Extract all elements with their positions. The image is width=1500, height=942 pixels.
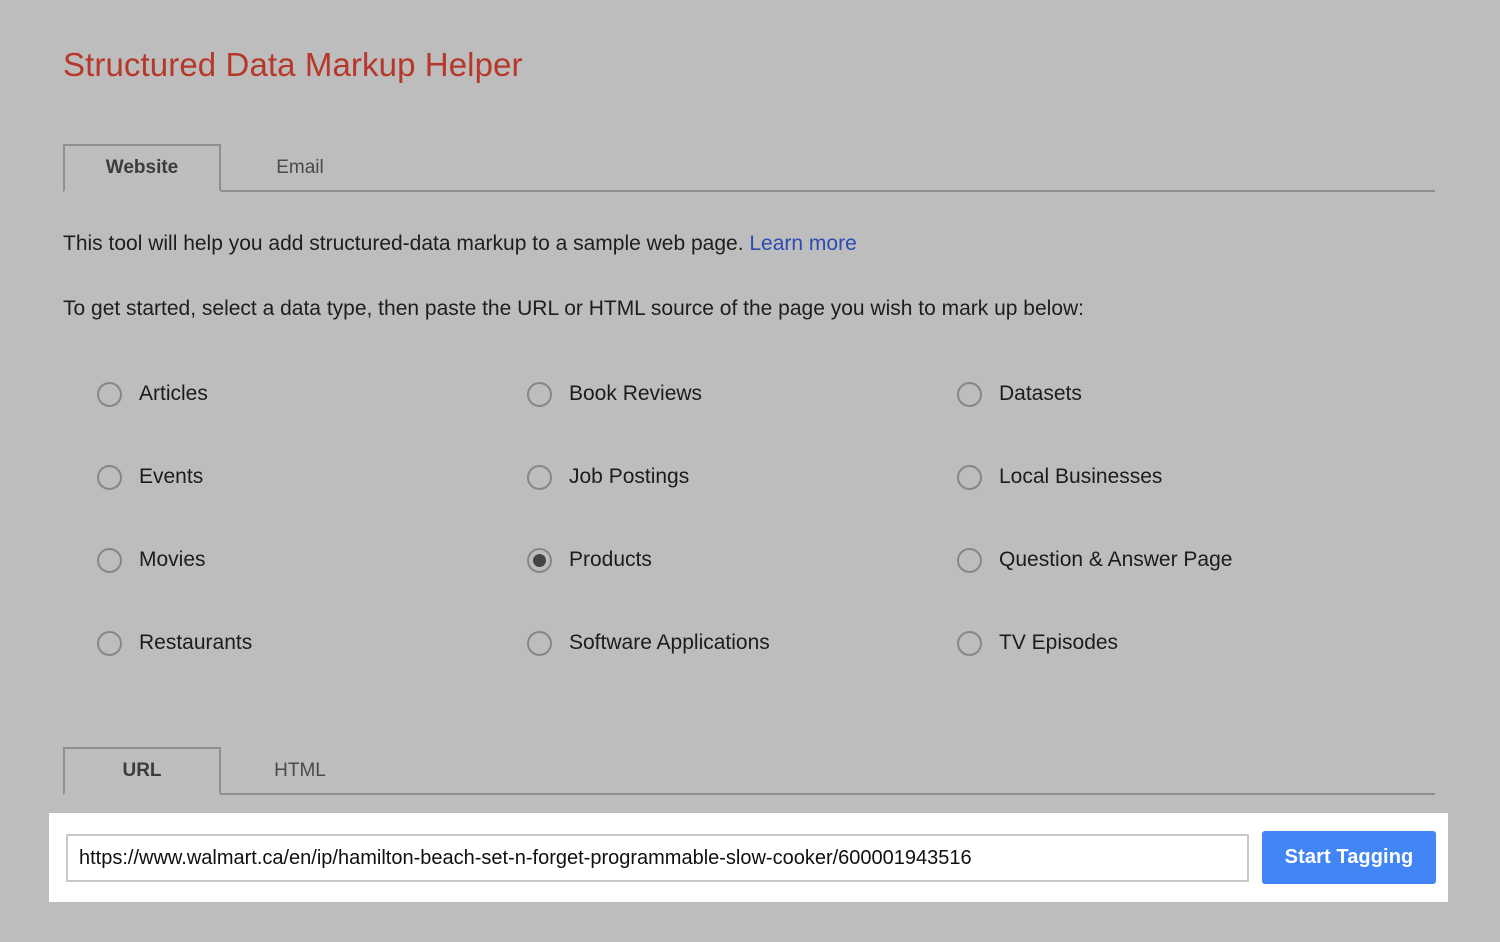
input-tabstrip: URL HTML — [63, 745, 1435, 795]
radio-option-label: TV Episodes — [999, 631, 1119, 654]
radio-option-label: Products — [569, 548, 652, 571]
radio-option-book-reviews[interactable]: Book Reviews — [527, 374, 957, 414]
radio-mark-icon[interactable] — [527, 547, 552, 573]
learn-more-link[interactable]: Learn more — [749, 232, 856, 255]
tab-website[interactable]: Website — [63, 144, 221, 192]
radio-mark-icon[interactable] — [957, 547, 982, 573]
radio-option-label: Local Businesses — [999, 465, 1163, 488]
radio-mark-icon[interactable] — [957, 630, 982, 656]
radio-option-local-businesses[interactable]: Local Businesses — [957, 457, 1387, 497]
radio-option-products[interactable]: Products — [527, 540, 957, 580]
radio-mark-icon[interactable] — [97, 381, 122, 407]
radio-option-articles[interactable]: Articles — [97, 374, 527, 414]
radio-option-label: Software Applications — [569, 631, 770, 654]
tab-url[interactable]: URL — [63, 747, 221, 795]
radio-mark-icon[interactable] — [527, 630, 552, 656]
radio-option-label: Book Reviews — [569, 382, 703, 405]
radio-option-label: Articles — [139, 382, 208, 405]
tab-email[interactable]: Email — [221, 144, 379, 192]
radio-option-label: Question & Answer Page — [999, 548, 1233, 571]
radio-option-software-applications[interactable]: Software Applications — [527, 623, 957, 663]
intro-line-1-text: This tool will help you add structured-d… — [63, 232, 744, 255]
radio-mark-icon[interactable] — [527, 381, 552, 407]
data-type-radio-group: Articles Book Reviews Datasets Events Job Po… — [97, 374, 1427, 706]
radio-option-question-answer-page[interactable]: Question & Answer Page — [957, 540, 1387, 580]
radio-mark-icon[interactable] — [527, 464, 552, 490]
radio-option-label: Movies — [139, 548, 206, 571]
radio-mark-icon[interactable] — [957, 381, 982, 407]
intro-line-2: To get started, select a data type, then… — [63, 297, 1084, 320]
source-tabstrip: Website Email — [63, 142, 1435, 192]
radio-option-datasets[interactable]: Datasets — [957, 374, 1387, 414]
radio-option-label: Events — [139, 465, 204, 488]
radio-option-label: Datasets — [999, 382, 1082, 405]
radio-mark-icon[interactable] — [957, 464, 982, 490]
tab-html[interactable]: HTML — [221, 747, 379, 795]
intro-line-1: This tool will help you add structured-d… — [63, 230, 857, 258]
radio-option-label: Restaurants — [139, 631, 253, 654]
radio-mark-icon[interactable] — [97, 630, 122, 656]
radio-mark-icon[interactable] — [97, 547, 122, 573]
radio-mark-icon[interactable] — [97, 464, 122, 490]
start-tagging-button[interactable]: Start Tagging — [1262, 831, 1436, 884]
radio-option-job-postings[interactable]: Job Postings — [527, 457, 957, 497]
radio-option-label: Job Postings — [569, 465, 690, 488]
radio-option-movies[interactable]: Movies — [97, 540, 527, 580]
page-title: Structured Data Markup Helper — [63, 46, 523, 83]
radio-option-restaurants[interactable]: Restaurants — [97, 623, 527, 663]
radio-option-events[interactable]: Events — [97, 457, 527, 497]
action-bar: Start Tagging — [49, 813, 1448, 902]
radio-option-tv-episodes[interactable]: TV Episodes — [957, 623, 1387, 663]
url-input[interactable] — [66, 834, 1249, 882]
